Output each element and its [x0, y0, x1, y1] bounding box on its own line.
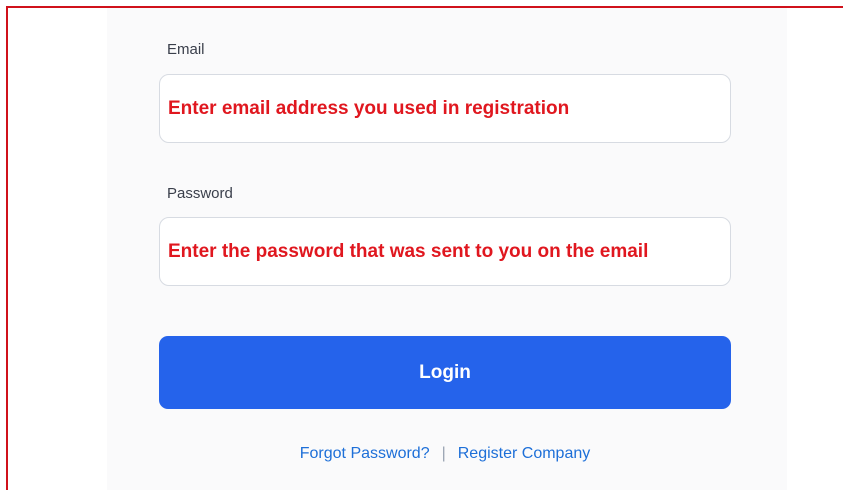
login-button[interactable]: Login — [159, 336, 731, 409]
password-placeholder: Enter the password that was sent to you … — [168, 240, 649, 262]
email-label: Email — [167, 41, 205, 58]
register-company-link[interactable]: Register Company — [458, 445, 591, 462]
forgot-password-link[interactable]: Forgot Password? — [300, 445, 430, 462]
auth-links: Forgot Password? | Register Company — [107, 445, 783, 463]
login-form: Email Enter email address you used in re… — [107, 8, 787, 490]
email-field[interactable]: Enter email address you used in registra… — [159, 74, 731, 143]
annotation-frame: Email Enter email address you used in re… — [6, 6, 843, 490]
email-placeholder: Enter email address you used in registra… — [168, 97, 570, 119]
link-separator: | — [441, 445, 446, 462]
password-label: Password — [167, 185, 233, 202]
password-field[interactable]: Enter the password that was sent to you … — [159, 217, 731, 286]
